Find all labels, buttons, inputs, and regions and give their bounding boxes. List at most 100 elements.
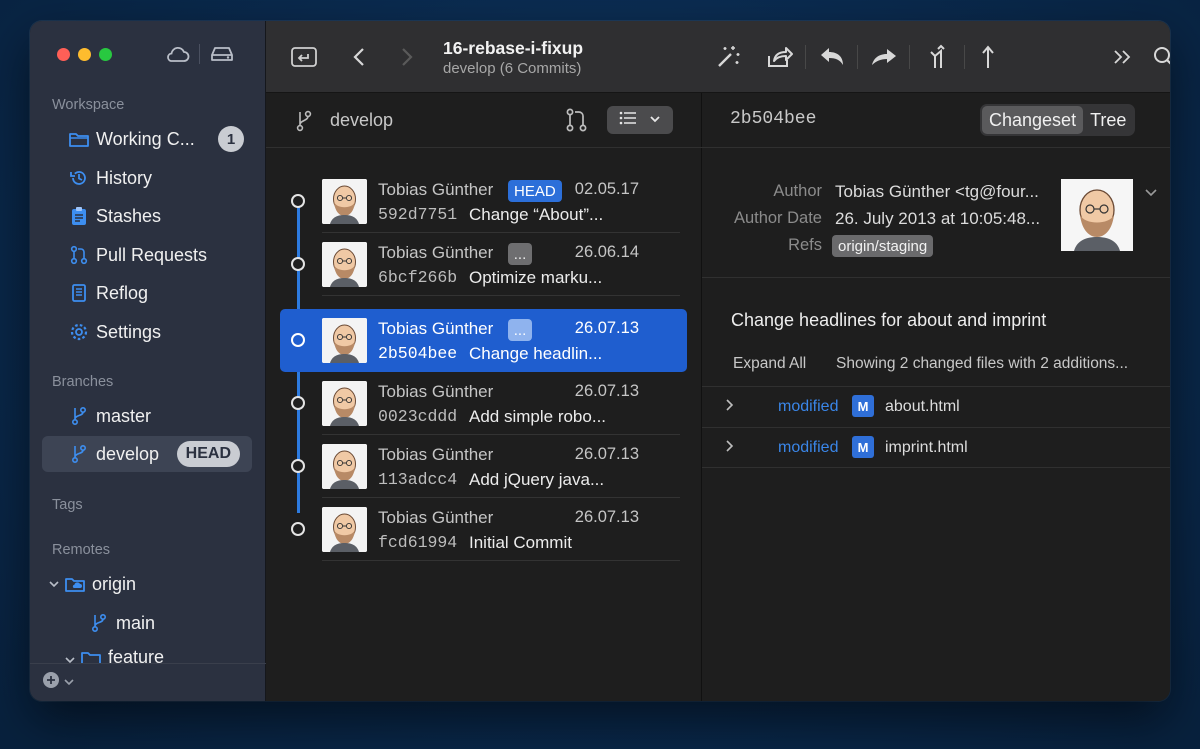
- avatar: [322, 242, 367, 287]
- sidebar-item-label: Pull Requests: [96, 244, 208, 265]
- sidebar-item-pull-requests[interactable]: Pull Requests: [42, 237, 252, 273]
- commit-author: Tobias Günther: [378, 243, 494, 262]
- more-refs-badge[interactable]: ...: [508, 243, 532, 265]
- avatar: [322, 179, 367, 224]
- view-options-dropdown[interactable]: [607, 106, 673, 134]
- history-icon: [68, 167, 90, 189]
- sidebar-item-working-copy[interactable]: Working C... 1: [42, 121, 252, 157]
- chevron-right-icon[interactable]: [724, 398, 734, 417]
- sidebar-item-remote-folder-feature[interactable]: feature: [42, 645, 252, 663]
- commit-date: 26.07.13: [574, 508, 639, 526]
- workspace-section-label: Workspace: [52, 97, 125, 113]
- chevron-down-icon: [649, 111, 661, 129]
- detail-commit-hash: 2b504bee: [730, 109, 817, 129]
- sidebar-item-settings[interactable]: Settings: [42, 314, 252, 350]
- commit-node: [291, 333, 305, 347]
- forward-button[interactable]: [390, 40, 424, 74]
- tab-tree[interactable]: Tree: [1083, 106, 1133, 134]
- commit-author: Tobias Günther: [378, 319, 494, 338]
- commit-node: [291, 459, 305, 473]
- file-name: imprint.html: [885, 439, 968, 456]
- head-badge: HEAD: [176, 441, 240, 467]
- chevron-down-icon[interactable]: [46, 573, 62, 595]
- commit-row[interactable]: Tobias Günther ... 26.06.14 6bcf266b Opt…: [280, 233, 687, 296]
- pull-request-icon[interactable]: [565, 107, 589, 138]
- tab-changeset[interactable]: Changeset: [982, 106, 1084, 134]
- sidebar-item-reflog[interactable]: Reflog: [42, 275, 252, 311]
- commit-row[interactable]: Tobias Günther 26.07.13 fcd61994 Initial…: [280, 498, 687, 561]
- commit-author: Tobias Günther: [378, 180, 494, 199]
- sidebar-item-label: Settings: [96, 321, 162, 342]
- sidebar-item-label: feature: [108, 647, 165, 663]
- sidebar-top-icons: [164, 43, 235, 65]
- sidebar-item-branch-master[interactable]: master: [42, 398, 252, 434]
- repository-switcher-button[interactable]: [287, 40, 321, 74]
- sidebar-item-label: main: [116, 612, 156, 633]
- modified-badge: M: [852, 395, 874, 417]
- close-window-button[interactable]: [57, 48, 70, 61]
- chevron-down-icon[interactable]: [1144, 185, 1158, 203]
- commit-hash: fcd61994: [378, 533, 458, 552]
- sidebar-item-remote-branch-main[interactable]: main: [42, 605, 252, 641]
- stash-icon[interactable]: [867, 40, 901, 74]
- avatar: [322, 444, 367, 489]
- magic-wand-icon[interactable]: [711, 40, 745, 74]
- commit-row-selected[interactable]: Tobias Günther ... 26.07.13 2b504bee Cha…: [280, 309, 687, 372]
- commit-message: Change headlin...: [469, 344, 603, 363]
- sidebar-item-branch-develop[interactable]: develop HEAD: [42, 436, 252, 472]
- commit-message: Add simple robo...: [469, 407, 607, 426]
- commit-message: Initial Commit: [469, 533, 572, 552]
- sidebar-item-label: master: [96, 405, 152, 426]
- drive-icon[interactable]: [209, 43, 235, 65]
- branch-subtitle: develop (6 Commits): [443, 60, 582, 77]
- expand-all-button[interactable]: Expand All: [733, 355, 806, 373]
- toolbar-separator: [805, 45, 806, 69]
- chevron-down-icon[interactable]: [63, 674, 75, 692]
- pull-request-icon: [68, 244, 90, 266]
- commit-node: [291, 194, 305, 208]
- sidebar-item-history[interactable]: History: [42, 160, 252, 196]
- commit-row[interactable]: Tobias Günther HEAD 02.05.17 592d7751 Ch…: [280, 170, 687, 233]
- author-value: Tobias Günther <tg@four...: [835, 182, 1039, 201]
- maximize-window-button[interactable]: [99, 48, 112, 61]
- share-icon[interactable]: [763, 40, 797, 74]
- sidebar-item-label: Stashes: [96, 205, 162, 226]
- changed-file-row[interactable]: modified M about.html: [702, 386, 1170, 427]
- sidebar-footer: [30, 663, 266, 701]
- file-status: modified: [778, 398, 839, 415]
- search-icon[interactable]: [1147, 40, 1170, 74]
- file-status: modified: [778, 439, 839, 456]
- folder-icon: [80, 647, 102, 663]
- branch-icon: [68, 443, 90, 465]
- sidebar-item-stashes[interactable]: Stashes: [42, 198, 252, 234]
- sidebar-item-label: develop: [96, 443, 160, 464]
- more-refs-badge[interactable]: ...: [508, 319, 532, 341]
- author-label: Author: [773, 182, 822, 200]
- add-icon[interactable]: [42, 671, 60, 694]
- sidebar-item-remote-origin[interactable]: origin: [42, 566, 252, 602]
- repository-title: 16-rebase-i-fixup: [443, 38, 584, 58]
- commit-date: 26.07.13: [574, 445, 639, 463]
- cloud-icon[interactable]: [164, 43, 190, 65]
- commit-date: 26.07.13: [574, 382, 639, 400]
- chevron-right-icon[interactable]: [724, 439, 734, 458]
- list-icon: [619, 111, 637, 130]
- detail-divider: [702, 277, 1170, 278]
- book-icon: [68, 282, 90, 304]
- commit-row[interactable]: Tobias Günther 26.07.13 113adcc4 Add jQu…: [280, 435, 687, 498]
- chevron-down-icon[interactable]: [62, 649, 78, 663]
- branch-icon: [88, 612, 110, 634]
- more-tools-icon[interactable]: [1106, 40, 1140, 74]
- commit-date: 02.05.17: [574, 180, 639, 198]
- minimize-window-button[interactable]: [78, 48, 91, 61]
- commit-row[interactable]: Tobias Günther 26.07.13 0023cddd Add sim…: [280, 372, 687, 435]
- changed-file-row[interactable]: modified M imprint.html: [702, 427, 1170, 468]
- tags-section-label[interactable]: Tags: [52, 497, 83, 513]
- merge-icon[interactable]: [921, 40, 955, 74]
- undo-icon[interactable]: [815, 40, 849, 74]
- push-icon[interactable]: [971, 40, 1005, 74]
- back-button[interactable]: [342, 40, 376, 74]
- ref-badge[interactable]: origin/staging: [832, 235, 934, 257]
- head-badge: HEAD: [508, 180, 562, 202]
- commit-hash: 592d7751: [378, 205, 458, 224]
